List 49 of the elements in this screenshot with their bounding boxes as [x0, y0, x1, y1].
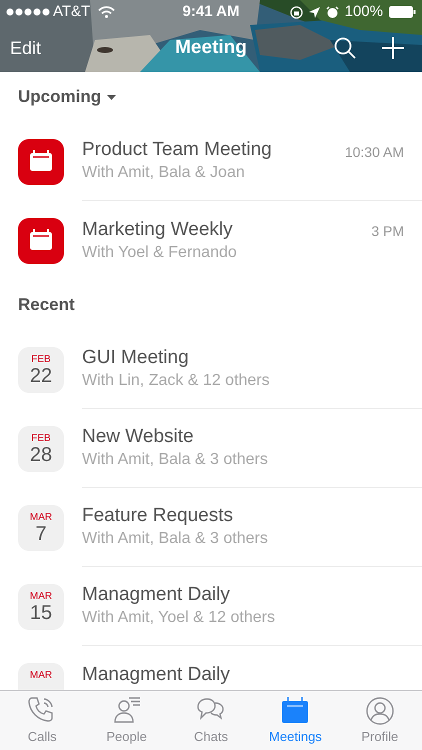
signal-icon	[6, 8, 50, 16]
calendar-icon	[18, 218, 64, 264]
date-month: MAR	[30, 590, 52, 602]
date-day: 28	[30, 444, 52, 466]
alarm-icon	[326, 6, 339, 18]
meeting-title: GUI Meeting	[82, 346, 190, 370]
meeting-time: 3 PM	[371, 222, 404, 241]
wifi-icon	[98, 6, 116, 18]
meeting-title: Feature Requests	[82, 504, 234, 528]
meeting-participants: With Amit, Bala & 3 others	[82, 450, 269, 470]
meeting-row[interactable]: Product Team Meeting With Amit, Bala & Joan 10:30 AM	[0, 122, 422, 201]
page-title: Meeting	[175, 36, 247, 60]
rotation-lock-icon	[290, 6, 303, 18]
section-heading: Recent	[18, 294, 75, 316]
location-icon	[308, 6, 320, 18]
meeting-title: Managment Daily	[82, 662, 231, 686]
carrier-name: AT&T	[53, 2, 90, 22]
caret-icon[interactable]	[107, 94, 116, 100]
date-day: 15	[30, 602, 52, 624]
meeting-time: 10:30 AM	[344, 143, 404, 162]
calendar-icon	[18, 138, 64, 184]
meeting-title: Managment Daily	[82, 583, 231, 607]
section-heading: Upcoming	[18, 86, 102, 108]
meeting-row[interactable]: Marketing Weekly With Yoel & Fernando 3 PM	[0, 201, 422, 280]
date-day: 7	[35, 522, 47, 544]
meeting-title: Product Team Meeting	[82, 138, 273, 162]
meeting-participants: With Amit, Yoel & 12 others	[82, 608, 276, 628]
meeting-row[interactable]: FEB 22 GUI Meeting With Lin, Zack & 12 others	[0, 330, 422, 409]
date-month: FEB	[31, 354, 51, 364]
battery-percent: 100%	[344, 2, 383, 22]
meeting-row[interactable]: MAR 15 Managment Daily With Amit, Yoel & 12 others	[0, 567, 422, 646]
add-icon[interactable]	[382, 37, 404, 59]
edit-button[interactable]: Edit	[10, 34, 42, 62]
profile-icon	[364, 694, 396, 725]
meeting-participants: With Amit, Bala & 3 others	[82, 529, 269, 549]
meeting-participants: With Lin, Zack & 12 others	[82, 371, 271, 391]
clock-time: 9:41 AM	[182, 2, 240, 22]
date-month: MAR	[30, 670, 52, 680]
search-icon[interactable]	[334, 37, 356, 59]
meeting-participants: With Amit, Bala & Joan	[82, 163, 246, 183]
meeting-title: Marketing Weekly	[82, 218, 234, 242]
battery-icon	[389, 6, 416, 18]
meeting-participants: With Yoel & Fernando	[82, 242, 238, 262]
meeting-title: New Website	[82, 425, 195, 449]
meeting-row[interactable]: FEB 28 New Website With Amit, Bala & 3 others	[0, 409, 422, 488]
date-day: 22	[30, 364, 52, 386]
meeting-row[interactable]: MAR 7 Feature Requests With Amit, Bala & 3 others	[0, 488, 422, 567]
date-month: FEB	[31, 432, 51, 444]
date-month: MAR	[30, 512, 52, 522]
